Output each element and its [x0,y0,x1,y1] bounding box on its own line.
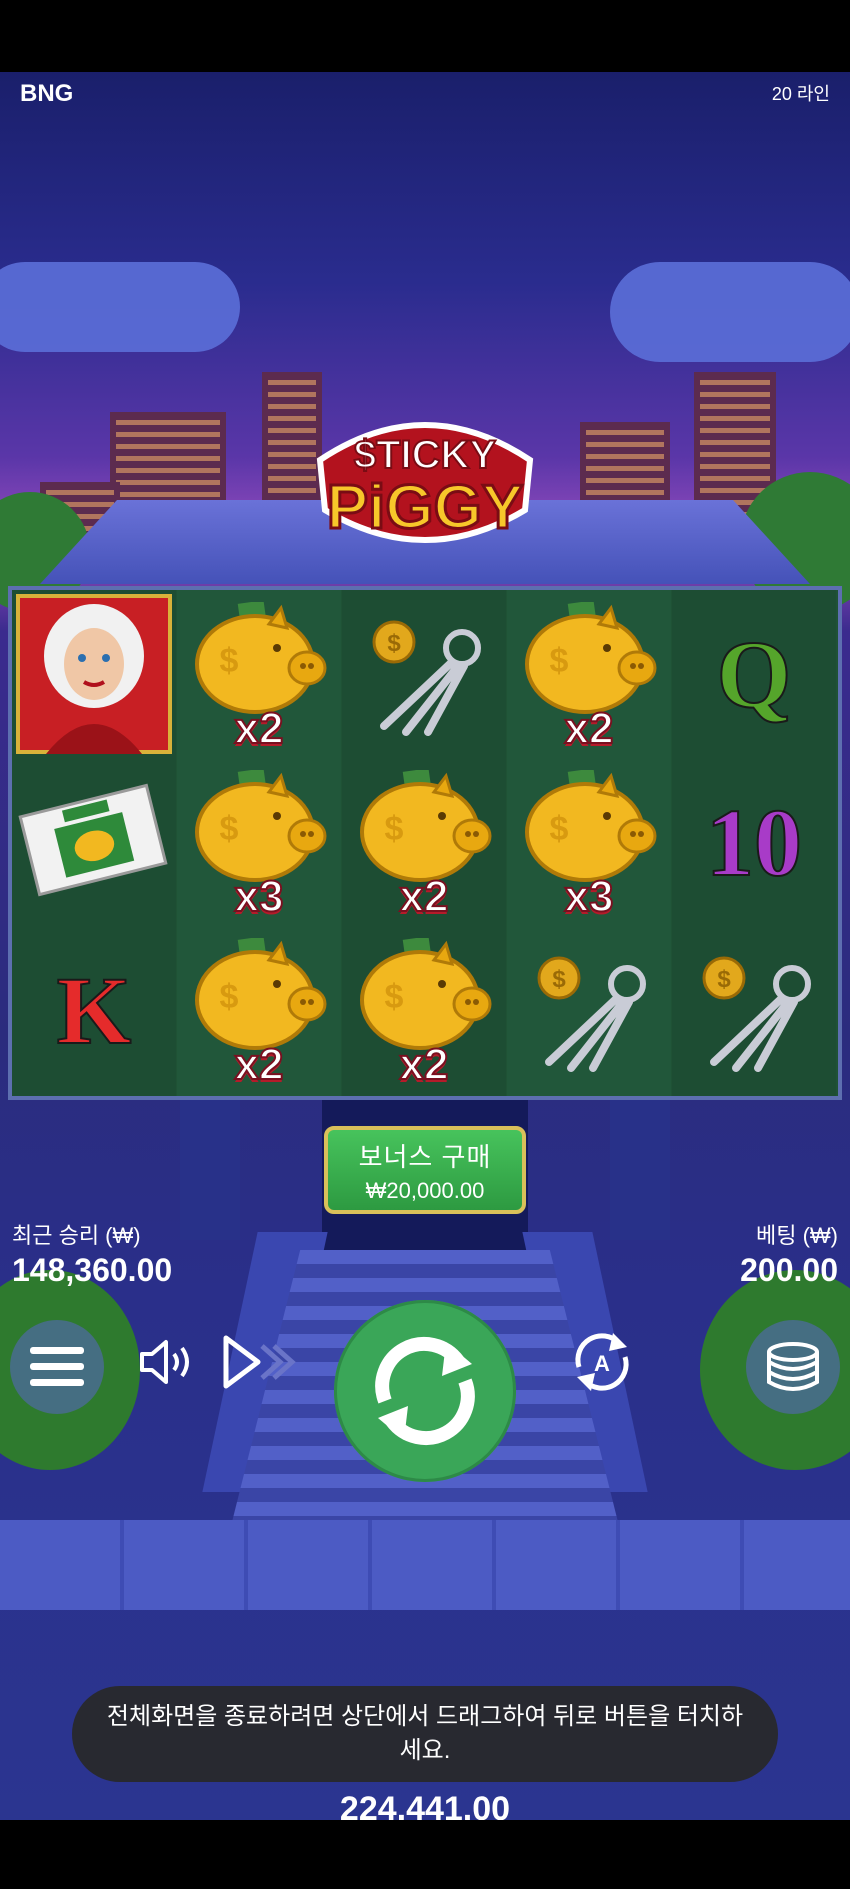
logo-line-2: PiGGY [327,473,523,542]
keys-icon: $ [354,608,494,743]
multiplier-label: x2 [234,1039,285,1090]
logo-line-1: $TICKY [354,433,497,477]
piggy-symbol: $ x3 [177,758,341,926]
bet-settings-button[interactable] [746,1320,840,1414]
menu-icon [30,1347,84,1386]
multiplier-label: x2 [399,1039,450,1090]
plaza [0,1520,850,1610]
piggy-symbol: $ x2 [342,758,506,926]
menu-button[interactable] [10,1320,104,1414]
reel: K [12,590,176,1096]
svg-text:A: A [594,1351,610,1376]
multiplier-label: x2 [564,703,615,754]
letter-symbol: Q [672,590,836,758]
game-logo: $TICKY PiGGY [316,422,534,544]
svg-text:$: $ [717,966,731,993]
piggy-symbol: $ x2 [177,590,341,758]
bonus-buy-label: 보너스 구매 [358,1141,492,1172]
bet-label: 베팅 (₩) [755,1223,838,1248]
fullscreen-toast: 전체화면을 종료하려면 상단에서 드래그하여 뒤로 버튼을 터치하세요. [72,1686,778,1782]
bonus-buy-button[interactable]: 보너스 구매 ₩20,000.00 [324,1126,526,1214]
reel: Q 10 $ [672,590,836,1096]
keys-symbol: $ [342,590,506,758]
piggy-symbol: $ x3 [507,758,671,926]
keys-icon: $ [684,944,824,1079]
turbo-button[interactable] [218,1326,298,1398]
brand-label: BNG [20,80,74,107]
fast-forward-icon [223,1335,296,1389]
speaker-icon [140,1340,189,1384]
reel: $ x2 $ x3 $ x2 [177,590,341,1096]
svg-text:$: $ [550,810,569,848]
status-bar [0,0,850,72]
toast-text: 전체화면을 종료하려면 상단에서 드래그하여 뒤로 버튼을 터치하세요. [106,1703,744,1764]
sound-button[interactable] [134,1330,198,1394]
symbol-letter: 10 [705,788,803,897]
letter-symbol: 10 [672,758,836,926]
coin-stack-icon [767,1342,819,1391]
pillar [180,1100,240,1240]
last-win-value: 148,360.00 [12,1252,173,1288]
nav-bar [0,1820,850,1889]
spin-button[interactable] [334,1300,516,1482]
keys-icon: $ [519,944,659,1079]
game-screen: BNG 20 라인 $TICKY PiGGY K $ x2 $ x3 $ x2 $ $ x2 $… [0,0,850,1889]
cloud-right [610,262,850,362]
symbol-letter: K [56,956,133,1065]
autoplay-icon: A [575,1333,629,1391]
reel-grid: K $ x2 $ x3 $ x2 $ $ x2 $ x2 $ x2 $ x3 $ Q 10 $ [8,586,842,1100]
news-symbol [12,758,176,926]
piggy-symbol: $ x2 [507,590,671,758]
svg-text:$: $ [220,642,239,680]
svg-text:$: $ [220,978,239,1016]
multiplier-label: x3 [234,871,285,922]
symbol-letter: Q [716,620,793,729]
newspaper-icon [18,780,168,905]
svg-text:$: $ [385,978,404,1016]
lady-portrait-icon [16,594,172,759]
reel: $ $ x2 $ x2 [342,590,506,1096]
autoplay-button[interactable]: A [560,1320,644,1404]
piggy-symbol: $ x2 [177,926,341,1094]
lines-label: 20 라인 [771,84,830,104]
pillar [610,1100,670,1240]
spin-arrows-icon [375,1337,475,1445]
cloud-left [0,262,240,352]
svg-text:$: $ [550,642,569,680]
bet-value: 200.00 [740,1252,838,1288]
svg-text:$: $ [552,966,566,993]
multiplier-label: x2 [234,703,285,754]
svg-text:$: $ [220,810,239,848]
keys-symbol: $ [507,926,671,1094]
reel: $ x2 $ x3 $ [507,590,671,1096]
multiplier-label: x2 [399,871,450,922]
last-win-label: 최근 승리 (₩) [12,1223,141,1248]
svg-text:$: $ [387,630,401,657]
multiplier-label: x3 [564,871,615,922]
bonus-buy-price: ₩20,000.00 [365,1177,485,1203]
svg-text:$: $ [385,810,404,848]
letter-symbol: K [12,926,176,1094]
keys-symbol: $ [672,926,836,1094]
piggy-symbol: $ x2 [342,926,506,1094]
lady-symbol [12,590,176,758]
